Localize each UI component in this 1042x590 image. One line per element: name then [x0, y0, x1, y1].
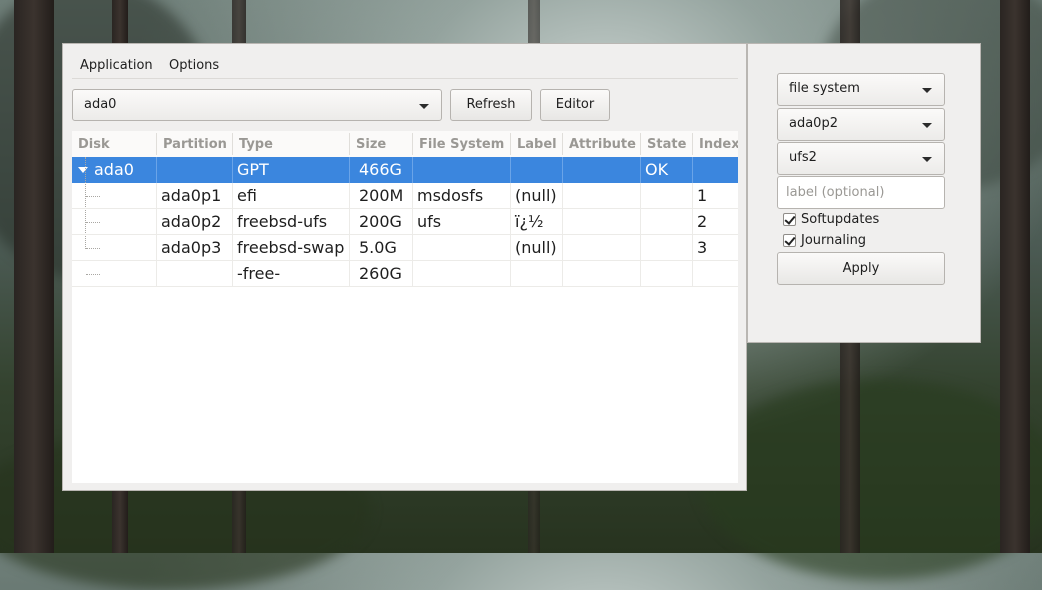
cell-size: 200G	[359, 212, 402, 231]
menu-application[interactable]: Application	[80, 58, 153, 73]
cell-label: (null)	[515, 238, 557, 257]
action-select-value: file system	[789, 81, 860, 96]
action-select[interactable]: file system	[777, 73, 945, 106]
cell-type: efi	[237, 186, 257, 205]
col-label[interactable]: Label	[517, 137, 557, 152]
menubar: Application Options	[72, 54, 738, 79]
cell-size: 466G	[359, 160, 402, 179]
table-header: Disk Partition Type Size File System Lab…	[72, 131, 738, 157]
cell-size: 200M	[359, 186, 404, 205]
partition-editor-window: Application Options ada0 Refresh Editor …	[62, 43, 747, 491]
checkmark-icon	[784, 234, 796, 246]
partition-options-panel: file system ada0p2 ufs2 label (optional)…	[747, 43, 981, 343]
cell-label: ï¿½	[515, 212, 544, 231]
cell-type: GPT	[237, 160, 269, 179]
col-size[interactable]: Size	[356, 137, 386, 152]
softupdates-checkbox[interactable]	[783, 213, 796, 226]
cell-index: 3	[697, 238, 708, 257]
partition-select[interactable]: ada0p2	[777, 108, 945, 141]
col-attribute[interactable]: Attribute	[569, 137, 636, 152]
cell-type: freebsd-ufs	[237, 212, 328, 231]
col-file-system[interactable]: File System	[419, 137, 504, 152]
disk-select[interactable]: ada0	[72, 89, 442, 121]
table-row[interactable]: ada0p2 freebsd-ufs 200G ufs ï¿½ 2	[72, 209, 738, 235]
dropdown-arrow-icon	[922, 157, 932, 162]
cell-size: 5.0G	[359, 238, 397, 257]
journaling-label[interactable]: Journaling	[801, 233, 866, 248]
cell-state: OK	[645, 160, 669, 179]
cell-fs: msdosfs	[417, 186, 484, 205]
col-disk[interactable]: Disk	[78, 137, 110, 152]
cell-partition: ada0p1	[161, 186, 222, 205]
table-row[interactable]: ada0p1 efi 200M msdosfs (null) 1	[72, 183, 738, 209]
col-partition[interactable]: Partition	[163, 137, 227, 152]
cell-partition: ada0p2	[161, 212, 222, 231]
journaling-checkbox[interactable]	[783, 234, 796, 247]
menu-options[interactable]: Options	[169, 58, 219, 73]
cell-index: 2	[697, 212, 708, 231]
col-index[interactable]: Index	[699, 137, 738, 152]
table-row[interactable]: ada0 GPT 466G OK	[72, 157, 738, 183]
apply-button[interactable]: Apply	[777, 252, 945, 285]
partition-table: Disk Partition Type Size File System Lab…	[72, 131, 738, 483]
dropdown-arrow-icon	[922, 88, 932, 93]
partition-select-value: ada0p2	[789, 116, 838, 131]
table-row[interactable]: -free- 260G	[72, 261, 738, 287]
dropdown-arrow-icon	[922, 123, 932, 128]
filesystem-select[interactable]: ufs2	[777, 142, 945, 175]
cell-disk: ada0	[94, 160, 134, 179]
col-type[interactable]: Type	[239, 137, 273, 152]
checkmark-icon	[784, 213, 796, 225]
table-row[interactable]: ada0p3 freebsd-swap 5.0G (null) 3	[72, 235, 738, 261]
cell-fs: ufs	[417, 212, 442, 231]
cell-type: freebsd-swap	[237, 238, 345, 257]
refresh-button[interactable]: Refresh	[450, 89, 532, 121]
editor-button[interactable]: Editor	[540, 89, 610, 121]
softupdates-label[interactable]: Softupdates	[801, 212, 879, 227]
label-input[interactable]: label (optional)	[777, 176, 945, 209]
col-state[interactable]: State	[647, 137, 686, 152]
filesystem-select-value: ufs2	[789, 150, 817, 165]
cell-size: 260G	[359, 264, 402, 283]
disk-select-value: ada0	[84, 97, 117, 112]
cell-partition: ada0p3	[161, 238, 222, 257]
label-input-placeholder: label (optional)	[786, 185, 885, 200]
cell-label: (null)	[515, 186, 557, 205]
dropdown-arrow-icon	[419, 104, 429, 109]
cell-index: 1	[697, 186, 708, 205]
cell-type: -free-	[237, 264, 281, 283]
